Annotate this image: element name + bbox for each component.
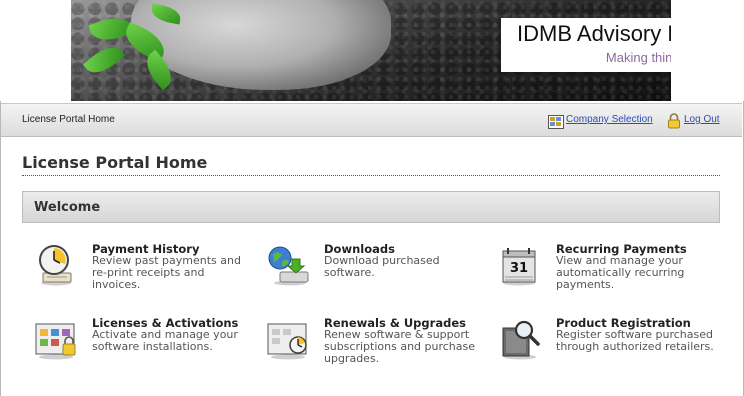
header-banner: IDMB Advisory Ltd Making things better [71,0,671,101]
globe-download-icon [268,246,309,286]
licenses-activations-desc: Activate and manage your software instal… [92,328,238,353]
downloads-item[interactable]: Downloads Download purchased software. [266,242,496,302]
breadcrumb: License Portal Home [22,114,115,125]
page-title: License Portal Home [22,153,208,172]
company-tagline: Making things better [605,50,671,65]
magnifier-register-icon [502,320,540,360]
recurring-payments-desc: View and manage your automatically recur… [556,254,685,291]
company-grid-icon[interactable] [548,115,564,129]
title-divider [22,175,720,176]
licenses-activations-item[interactable]: Licenses & Activations Activate and mana… [34,316,264,376]
calendar-icon: 31 [502,248,536,286]
calendar-day: 31 [510,261,528,276]
company-logo: IDMB Advisory Ltd Making things better [501,18,671,72]
downloads-desc: Download purchased software. [324,254,440,279]
company-name: IDMB Advisory Ltd [517,21,671,46]
log-out-link[interactable]: Log Out [684,114,720,125]
license-lock-icon [35,323,76,360]
recurring-payments-item[interactable]: 31 Recurring Payments View and manage yo… [498,242,728,302]
renewals-upgrades-item[interactable]: Renewals & Upgrades Renew software & sup… [266,316,496,376]
product-registration-item[interactable]: Product Registration Register software p… [498,316,728,376]
payment-history-item[interactable]: Payment History Review past payments and… [34,242,264,302]
clock-receipt-icon [39,245,72,286]
welcome-label: Welcome [34,200,101,215]
product-registration-desc: Register software purchased through auth… [556,328,714,353]
toolbar: License Portal Home Company Selection Lo… [1,103,742,137]
renewal-clock-icon [267,323,307,360]
renewals-upgrades-desc: Renew software & support subscriptions a… [324,328,476,365]
payment-history-desc: Review past payments and re-print receip… [92,254,241,291]
company-selection-link[interactable]: Company Selection [566,114,653,125]
lock-icon[interactable] [667,113,681,129]
welcome-section-header: Welcome [22,191,720,223]
